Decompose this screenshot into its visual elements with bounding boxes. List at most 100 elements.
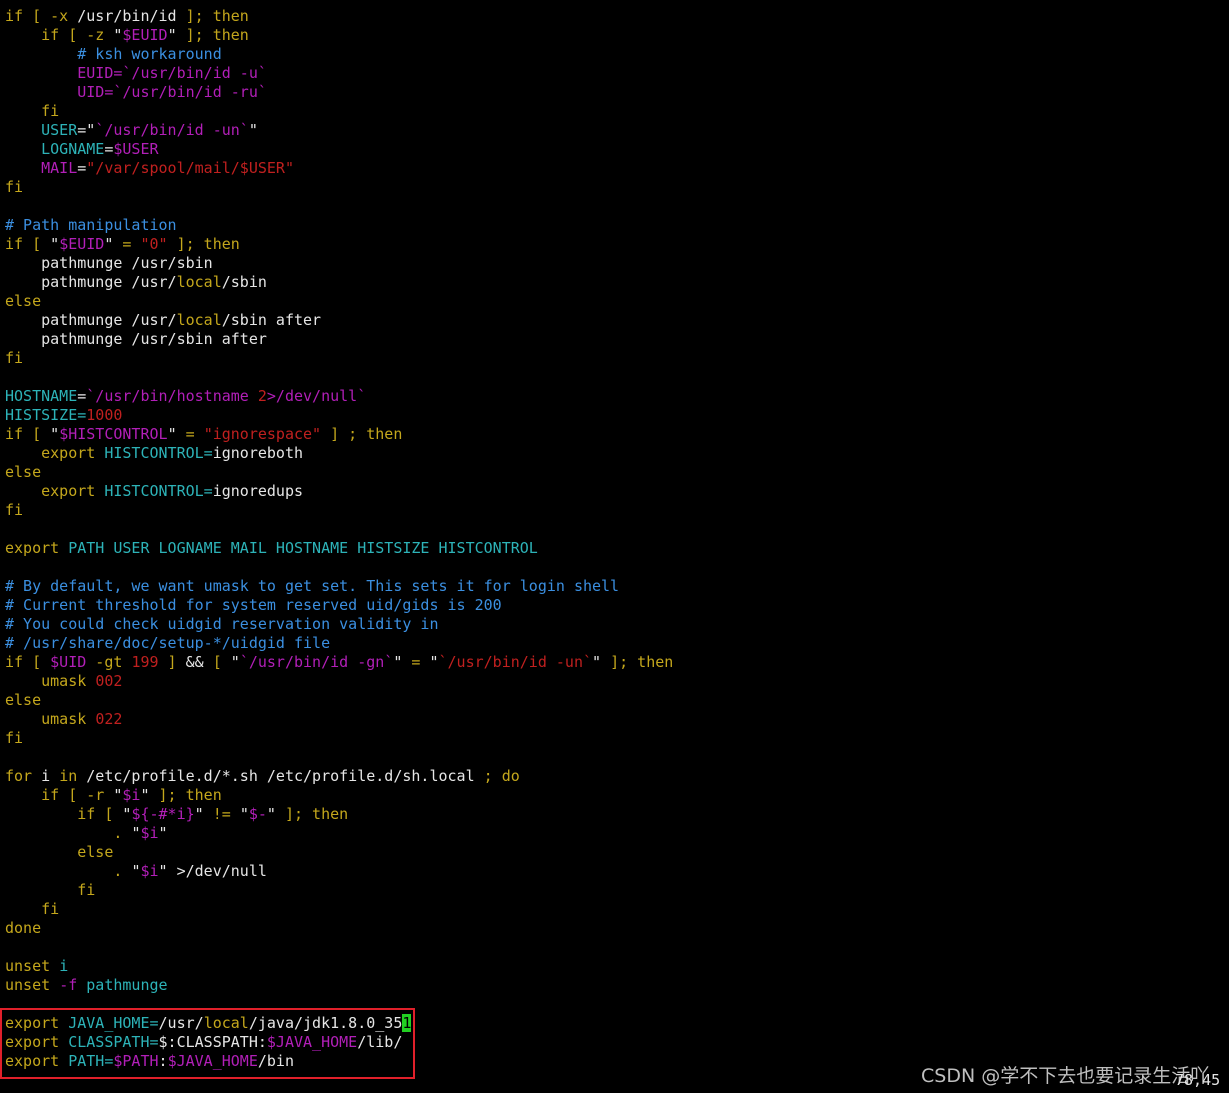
code-line[interactable]	[5, 197, 673, 216]
code-token: &&	[185, 653, 204, 671]
code-line[interactable]: done	[5, 919, 673, 938]
code-line[interactable]	[5, 938, 673, 957]
code-line[interactable]: fi	[5, 729, 673, 748]
code-token: "	[429, 653, 439, 671]
code-line[interactable]: pathmunge /usr/sbin	[5, 254, 673, 273]
code-token: "	[167, 425, 177, 443]
code-line[interactable]: umask 002	[5, 672, 673, 691]
code-line[interactable]	[5, 368, 673, 387]
code-line[interactable]: pathmunge /usr/sbin after	[5, 330, 673, 349]
code-line[interactable]: if [ "$EUID" = "0" ]; then	[5, 235, 673, 254]
code-token: /usr/bin/id	[77, 7, 186, 25]
code-token: local	[176, 311, 222, 329]
code-line[interactable]: fi	[5, 881, 673, 900]
code-token: "/var/spool/mail/$USER"	[86, 159, 294, 177]
code-token: else	[5, 292, 42, 310]
code-token: "	[266, 805, 276, 823]
code-line[interactable]: else	[5, 292, 673, 311]
code-token: if [	[5, 425, 51, 443]
code-line[interactable]: # Current threshold for system reserved …	[5, 596, 673, 615]
code-line[interactable]: fi	[5, 349, 673, 368]
code-line[interactable]	[5, 558, 673, 577]
code-line[interactable]: if [ -r "$i" ]; then	[5, 786, 673, 805]
code-token: -gt	[86, 653, 132, 671]
code-line[interactable]: if [ -z "$EUID" ]; then	[5, 26, 673, 45]
csdn-watermark: CSDN @学不下去也要记录生活吖	[921, 1065, 1210, 1087]
code-line[interactable]: umask 022	[5, 710, 673, 729]
code-token: pathmunge /usr/	[5, 311, 177, 329]
code-line[interactable]: # ksh workaround	[5, 45, 673, 64]
code-line[interactable]: if [ "${-#*i}" != "$-" ]; then	[5, 805, 673, 824]
code-token: .	[5, 862, 132, 880]
code-line[interactable]: unset -f pathmunge	[5, 976, 673, 995]
highlight-box-java-env	[0, 1008, 415, 1079]
code-line[interactable]: # /usr/share/doc/setup-*/uidgid file	[5, 634, 673, 653]
code-token: ] ; then	[321, 425, 403, 443]
code-line[interactable]: if [ -x /usr/bin/id ]; then	[5, 7, 673, 26]
code-token: $UID	[50, 653, 87, 671]
code-line[interactable]: export HISTCONTROL=ignoredups	[5, 482, 673, 501]
code-token: fi	[5, 178, 24, 196]
code-line[interactable]: LOGNAME=$USER	[5, 140, 673, 159]
code-token: .	[5, 824, 132, 842]
code-line[interactable]: pathmunge /usr/local/sbin	[5, 273, 673, 292]
code-line[interactable]: fi	[5, 501, 673, 520]
code-token: UID=`/usr/bin/id -ru`	[5, 83, 267, 101]
code-token: /sbin	[221, 273, 267, 291]
code-line[interactable]: UID=`/usr/bin/id -ru`	[5, 83, 673, 102]
code-token: ]; then	[149, 786, 222, 804]
code-token: if [ -r	[5, 786, 114, 804]
code-line[interactable]: fi	[5, 178, 673, 197]
code-token: ]; then	[167, 235, 240, 253]
code-token: =	[176, 425, 204, 443]
code-token: "	[194, 805, 204, 823]
code-token: export	[5, 539, 69, 557]
code-line[interactable]: else	[5, 691, 673, 710]
code-token: HOSTNAME	[5, 387, 78, 405]
code-line[interactable]: # By default, we want umask to get set. …	[5, 577, 673, 596]
code-token: ]; then	[275, 805, 349, 823]
code-line[interactable]: # You could check uidgid reservation val…	[5, 615, 673, 634]
code-line[interactable]: HISTSIZE=1000	[5, 406, 673, 425]
code-token: >/dev/null`	[266, 387, 367, 405]
vim-editor-buffer[interactable]: if [ -x /usr/bin/id ]; then if [ -z "$EU…	[5, 7, 673, 1071]
code-token: fi	[5, 881, 96, 899]
code-line[interactable]: else	[5, 463, 673, 482]
code-line[interactable]: pathmunge /usr/local/sbin after	[5, 311, 673, 330]
code-token: $i	[140, 824, 159, 842]
code-token: if [	[5, 653, 51, 671]
code-token: fi	[5, 729, 24, 747]
code-line[interactable]: for i in /etc/profile.d/*.sh /etc/profil…	[5, 767, 673, 786]
code-line[interactable]: else	[5, 843, 673, 862]
code-line[interactable]: USER="`/usr/bin/id -un`"	[5, 121, 673, 140]
code-token: EUID=`/usr/bin/id -u`	[5, 64, 267, 82]
code-token: "	[248, 121, 258, 139]
code-token: umask	[5, 710, 96, 728]
code-line[interactable]: if [ $UID -gt 199 ] && [ "`/usr/bin/id -…	[5, 653, 673, 672]
code-line[interactable]: if [ "$HISTCONTROL" = "ignorespace" ] ; …	[5, 425, 673, 444]
code-token: /etc/profile.d/*.sh /etc/profile.d/sh.lo…	[86, 767, 484, 785]
code-line[interactable]: fi	[5, 900, 673, 919]
code-line[interactable]: HOSTNAME=`/usr/bin/hostname 2>/dev/null`	[5, 387, 673, 406]
code-line[interactable]: unset i	[5, 957, 673, 976]
code-line[interactable]: EUID=`/usr/bin/id -u`	[5, 64, 673, 83]
code-token: pathmunge	[86, 976, 168, 994]
code-line[interactable]: fi	[5, 102, 673, 121]
code-line[interactable]: MAIL="/var/spool/mail/$USER"	[5, 159, 673, 178]
code-token: `/usr/bin/id -un`	[438, 653, 593, 671]
code-line[interactable]: export HISTCONTROL=ignoreboth	[5, 444, 673, 463]
code-line[interactable]: . "$i" >/dev/null	[5, 862, 673, 881]
code-token: "	[50, 235, 60, 253]
code-token: HISTCONTROL=	[104, 444, 213, 462]
code-line[interactable]	[5, 748, 673, 767]
code-line[interactable]: # Path manipulation	[5, 216, 673, 235]
code-line[interactable]: export PATH USER LOGNAME MAIL HOSTNAME H…	[5, 539, 673, 558]
code-token: in	[59, 767, 87, 785]
code-token: =	[77, 387, 87, 405]
code-token: `/usr/bin/id -un`	[95, 121, 249, 139]
code-token: unset	[5, 976, 60, 994]
code-token: ="	[77, 121, 96, 139]
code-token: -f	[59, 976, 87, 994]
code-line[interactable]	[5, 520, 673, 539]
code-line[interactable]: . "$i"	[5, 824, 673, 843]
